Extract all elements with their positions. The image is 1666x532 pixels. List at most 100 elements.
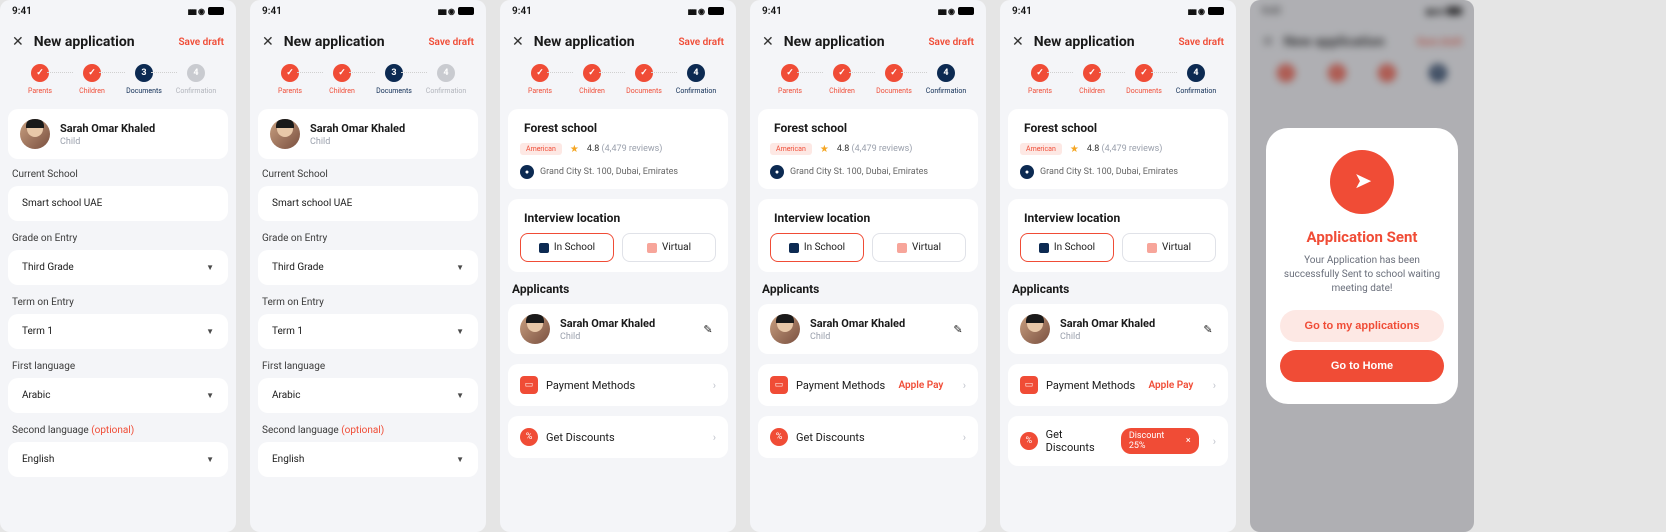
discounts-row[interactable]: %Get Discounts› — [758, 416, 978, 458]
school-building-icon — [789, 243, 799, 253]
lang1-select[interactable]: Arabic▼ — [8, 378, 228, 413]
edit-icon[interactable]: ✎ — [1200, 321, 1216, 337]
application-sent-modal: ➤ Application Sent Your Application has … — [1266, 128, 1459, 404]
step-4-pill[interactable]: 4 — [437, 64, 455, 82]
step-2-pill[interactable]: ✓ — [83, 64, 101, 82]
star-icon: ★ — [820, 144, 829, 155]
map-pin-icon: ● — [520, 165, 534, 179]
go-to-home-button[interactable]: Go to Home — [1280, 350, 1445, 382]
step-4-pill[interactable]: 4 — [687, 64, 705, 82]
topbar: ✕ New application Save draft — [0, 20, 236, 58]
close-icon[interactable]: ✕ — [1012, 34, 1024, 50]
save-draft-link[interactable]: Save draft — [1178, 37, 1224, 48]
step-4-pill[interactable]: 4 — [187, 64, 205, 82]
term-select[interactable]: Term 1▼ — [258, 314, 478, 349]
rating-value: 4.8 (4,479 reviews) — [587, 144, 663, 154]
interview-virtual[interactable]: Virtual — [622, 233, 716, 262]
applicant-row[interactable]: Sarah Omar KhaledChild ✎ — [508, 304, 728, 354]
school-name: Forest school — [524, 121, 712, 135]
applicants-label: Applicants — [512, 282, 724, 296]
step-2-pill[interactable]: ✓ — [333, 64, 351, 82]
apple-pay-value: Apple Pay — [1148, 380, 1193, 391]
screen-confirmation-basic: 9:41 ✕New applicationSave draft ✓Parents… — [500, 0, 736, 532]
percent-icon: % — [520, 428, 538, 446]
wallet-icon: ▭ — [770, 376, 788, 394]
current-school-input[interactable]: Smart school UAE — [258, 186, 478, 221]
applicant-card[interactable]: Sarah Omar Khaled Child — [258, 109, 478, 159]
step-1-label: Parents — [28, 87, 52, 95]
avatar — [20, 119, 50, 149]
close-icon[interactable]: ✕ — [762, 34, 774, 50]
virtual-icon — [647, 243, 657, 253]
interview-virtual[interactable]: Virtual — [872, 233, 966, 262]
chevron-down-icon: ▼ — [456, 391, 464, 400]
avatar — [520, 314, 550, 344]
step-1-pill[interactable]: ✓ — [531, 64, 549, 82]
chevron-down-icon: ▼ — [456, 327, 464, 336]
school-card: Forest school American★4.8 (4,479 review… — [1008, 109, 1228, 189]
interview-in-school[interactable]: In School — [1020, 233, 1114, 262]
go-to-applications-button[interactable]: Go to my applications — [1280, 310, 1445, 342]
discount-chip[interactable]: Discount 25%× — [1121, 428, 1199, 454]
close-icon[interactable]: ✕ — [512, 34, 524, 50]
discounts-row[interactable]: %Get DiscountsDiscount 25%×› — [1008, 416, 1228, 466]
status-bar: 9:41 — [500, 0, 736, 20]
star-icon: ★ — [1070, 144, 1079, 155]
payment-methods-row[interactable]: ▭Payment Methods› — [508, 364, 728, 406]
step-1-pill[interactable]: ✓ — [281, 64, 299, 82]
edit-icon[interactable]: ✎ — [700, 321, 716, 337]
save-draft-link[interactable]: Save draft — [678, 37, 724, 48]
interview-virtual[interactable]: Virtual — [1122, 233, 1216, 262]
school-card: Forest school American ★ 4.8 (4,479 revi… — [508, 109, 728, 189]
status-bar: 9:41 — [0, 0, 236, 20]
payment-methods-row[interactable]: ▭Payment MethodsApple Pay› — [758, 364, 978, 406]
applicant-card[interactable]: Sarah Omar Khaled Child — [8, 109, 228, 159]
school-card: Forest school American★4.8 (4,479 review… — [758, 109, 978, 189]
step-3-pill[interactable]: 3 — [135, 64, 153, 82]
grade-label: Grade on Entry — [12, 233, 224, 244]
edit-icon[interactable]: ✎ — [950, 321, 966, 337]
close-icon[interactable]: ✕ — [262, 34, 274, 50]
term-select[interactable]: Term 1▼ — [8, 314, 228, 349]
stepper: ✓Parents ✓Children 3Documents 4Confirmat… — [0, 58, 236, 109]
save-draft-link[interactable]: Save draft — [178, 37, 224, 48]
save-draft-link[interactable]: Save draft — [428, 37, 474, 48]
step-3-pill[interactable]: 3 — [385, 64, 403, 82]
grade-select[interactable]: Third Grade▼ — [8, 250, 228, 285]
map-pin-icon: ● — [770, 165, 784, 179]
grade-select[interactable]: Third Grade▼ — [258, 250, 478, 285]
close-icon[interactable]: ✕ — [12, 34, 24, 50]
interview-in-school[interactable]: In School — [770, 233, 864, 262]
current-school-input[interactable]: Smart school UAE — [8, 186, 228, 221]
applicant-row[interactable]: Sarah Omar KhaledChild✎ — [758, 304, 978, 354]
remove-chip-icon[interactable]: × — [1186, 436, 1191, 446]
chevron-down-icon: ▼ — [206, 391, 214, 400]
interview-in-school[interactable]: In School — [520, 233, 614, 262]
step-4-label: Confirmation — [176, 87, 216, 95]
chevron-down-icon: ▼ — [206, 263, 214, 272]
step-3-pill[interactable]: ✓ — [635, 64, 653, 82]
lang2-select[interactable]: English▼ — [258, 442, 478, 477]
stepper: ✓Parents ✓Children 3Documents 4Confirmat… — [250, 58, 486, 109]
chevron-down-icon: ▼ — [456, 263, 464, 272]
step-3-label: Documents — [126, 87, 162, 95]
applicant-name: Sarah Omar Khaled — [60, 122, 155, 135]
school-type-badge: American — [520, 143, 562, 155]
modal-overlay[interactable]: ➤ Application Sent Your Application has … — [1250, 0, 1474, 532]
discounts-row[interactable]: %Get Discounts› — [508, 416, 728, 458]
status-bar: 9:41 — [250, 0, 486, 20]
applicant-row[interactable]: Sarah Omar KhaledChild✎ — [1008, 304, 1228, 354]
payment-methods-row[interactable]: ▭Payment MethodsApple Pay› — [1008, 364, 1228, 406]
paper-plane-icon: ➤ — [1330, 150, 1394, 214]
save-draft-link[interactable]: Save draft — [928, 37, 974, 48]
lang1-select[interactable]: Arabic▼ — [258, 378, 478, 413]
step-1-pill[interactable]: ✓ — [31, 64, 49, 82]
lang2-select[interactable]: English▼ — [8, 442, 228, 477]
screen-confirmation-full: 9:41 ✕New applicationSave draft ✓Parents… — [1000, 0, 1236, 532]
wallet-icon: ▭ — [520, 376, 538, 394]
apple-pay-value: Apple Pay — [898, 380, 943, 391]
modal-title: Application Sent — [1280, 228, 1445, 246]
topbar: ✕ New application Save draft — [250, 20, 486, 58]
step-2-pill[interactable]: ✓ — [583, 64, 601, 82]
chevron-right-icon: › — [963, 379, 966, 392]
